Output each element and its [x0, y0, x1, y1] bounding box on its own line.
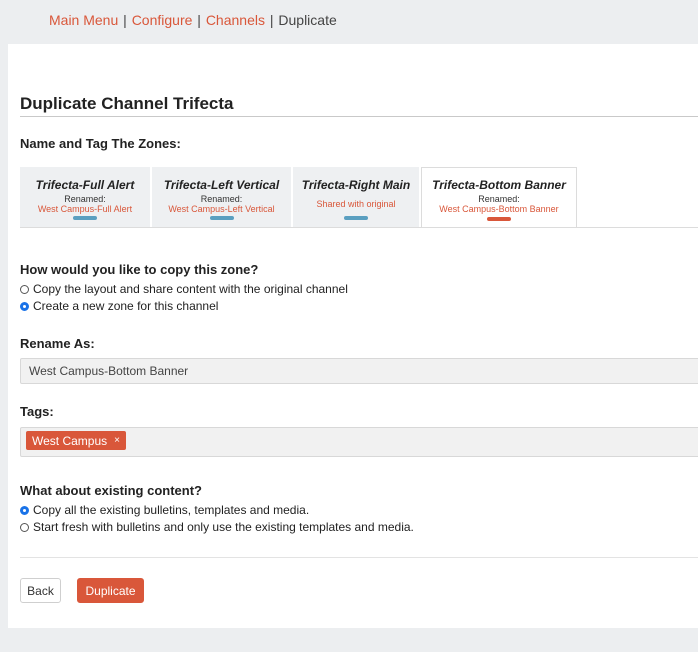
- tab-left-vertical[interactable]: Trifecta-Left Vertical Renamed: West Cam…: [152, 167, 291, 227]
- tab-bottom-banner[interactable]: Trifecta-Bottom Banner Renamed: West Cam…: [421, 167, 577, 228]
- radio-label: Start fresh with bulletins and only use …: [33, 520, 414, 534]
- zone-tabs: Trifecta-Full Alert Renamed: West Campus…: [20, 167, 698, 228]
- tab-title: Trifecta-Left Vertical: [163, 178, 280, 192]
- rename-label: Rename As:: [20, 336, 95, 351]
- tab-indicator: [344, 216, 368, 220]
- main-panel: Duplicate Channel Trifecta Name and Tag …: [8, 44, 698, 628]
- tab-title: Trifecta-Full Alert: [35, 178, 135, 192]
- copy-zone-option-new[interactable]: Create a new zone for this channel: [20, 299, 218, 313]
- existing-content-option-fresh[interactable]: Start fresh with bulletins and only use …: [20, 520, 414, 534]
- radio-label: Create a new zone for this channel: [33, 299, 219, 313]
- tab-renamed-label: Renamed:: [478, 194, 520, 204]
- tab-right-main[interactable]: Trifecta-Right Main Shared with original: [293, 167, 419, 227]
- radio-button-checked[interactable]: [20, 505, 29, 515]
- tab-status: West Campus-Full Alert: [37, 204, 133, 214]
- copy-zone-question: How would you like to copy this zone?: [20, 262, 259, 277]
- tab-status: West Campus-Bottom Banner: [439, 204, 559, 214]
- tag-chip: West Campus ×: [26, 431, 126, 450]
- tab-renamed-label: Renamed:: [200, 194, 243, 204]
- breadcrumb-separator: |: [197, 12, 201, 28]
- zones-heading: Name and Tag The Zones:: [20, 136, 181, 151]
- radio-label: Copy all the existing bulletins, templat…: [33, 503, 310, 517]
- tab-title: Trifecta-Bottom Banner: [432, 178, 566, 192]
- copy-zone-option-share[interactable]: Copy the layout and share content with t…: [20, 282, 348, 296]
- footer-divider: [20, 557, 698, 558]
- breadcrumb-main-menu[interactable]: Main Menu: [49, 12, 118, 28]
- tab-status: West Campus-Left Vertical: [168, 204, 275, 214]
- tags-input[interactable]: West Campus ×: [20, 427, 698, 457]
- radio-button[interactable]: [20, 284, 29, 294]
- duplicate-button[interactable]: Duplicate: [77, 578, 144, 603]
- tab-indicator: [209, 216, 234, 220]
- tab-indicator: [73, 216, 97, 220]
- breadcrumb-separator: |: [269, 12, 274, 28]
- tags-label: Tags:: [20, 404, 54, 419]
- title-divider: [20, 116, 698, 117]
- existing-content-option-copy[interactable]: Copy all the existing bulletins, templat…: [20, 503, 309, 517]
- breadcrumb-separator: |: [123, 12, 127, 28]
- tab-full-alert[interactable]: Trifecta-Full Alert Renamed: West Campus…: [20, 167, 150, 227]
- breadcrumb: Main Menu | Configure | Channels | Dupli…: [49, 12, 337, 28]
- back-button[interactable]: Back: [20, 578, 61, 603]
- breadcrumb-channels[interactable]: Channels: [206, 12, 265, 28]
- tabs-divider: [20, 227, 698, 228]
- tab-renamed-label: Renamed:: [64, 194, 106, 204]
- page-title: Duplicate Channel Trifecta: [20, 94, 234, 113]
- tag-label: West Campus: [32, 433, 108, 448]
- breadcrumb-configure[interactable]: Configure: [132, 12, 193, 28]
- breadcrumb-current: Duplicate: [278, 12, 337, 28]
- tab-status: Shared with original: [316, 199, 396, 209]
- radio-label: Copy the layout and share content with t…: [33, 282, 348, 296]
- tab-indicator: [487, 217, 511, 221]
- rename-input[interactable]: [20, 358, 698, 384]
- tag-remove-icon[interactable]: ×: [114, 435, 120, 446]
- existing-content-question: What about existing content?: [20, 483, 202, 498]
- tab-title: Trifecta-Right Main: [301, 178, 411, 192]
- radio-button[interactable]: [20, 522, 29, 532]
- radio-button-checked[interactable]: [20, 301, 29, 311]
